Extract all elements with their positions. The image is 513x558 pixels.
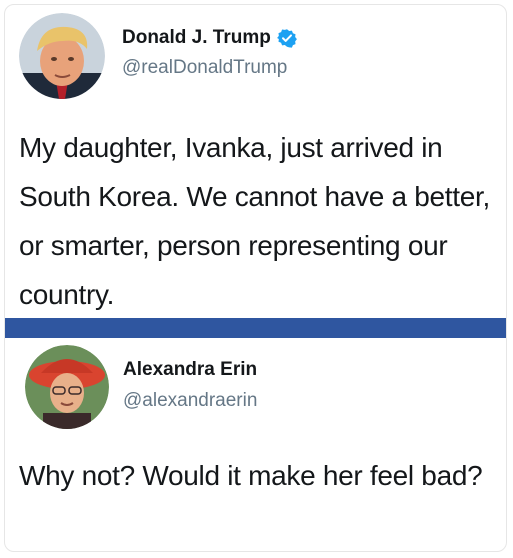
tweet-reply: Alexandra Erin @alexandraerin Why not? W…	[5, 335, 506, 551]
display-name[interactable]: Donald J. Trump	[122, 27, 271, 49]
name-row: Donald J. Trump	[122, 27, 297, 49]
verified-badge-icon	[276, 28, 297, 48]
display-name[interactable]: Alexandra Erin	[123, 359, 257, 381]
tweet-text: Why not? Would it make her feel bad?	[19, 460, 483, 491]
avatar-image	[25, 345, 109, 429]
screenshot-card: Donald J. Trump @realDonaldTrump My daug…	[4, 4, 507, 552]
tweet-text: My daughter, Ivanka, just arrived in Sou…	[19, 132, 490, 310]
name-row: Alexandra Erin	[123, 359, 257, 381]
avatar-image	[19, 13, 105, 99]
tweet-trump: Donald J. Trump @realDonaldTrump My daug…	[5, 5, 506, 315]
handle[interactable]: @alexandraerin	[123, 390, 257, 412]
avatar[interactable]	[19, 13, 105, 99]
avatar[interactable]	[25, 345, 109, 429]
handle[interactable]: @realDonaldTrump	[122, 57, 287, 79]
